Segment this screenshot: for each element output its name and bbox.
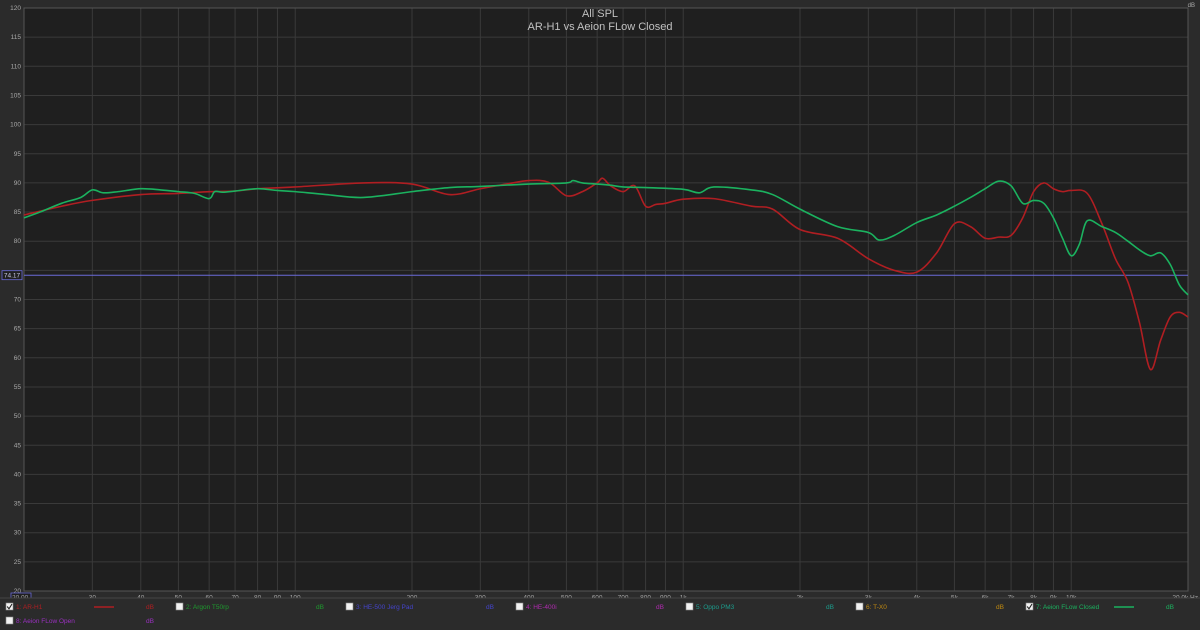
legend-label: 6: T-X0 [866,604,887,611]
chart-subtitle: AR-H1 vs Aeion FLow Closed [528,21,673,33]
y-tick-label: 65 [14,326,22,333]
y-tick-label: 25 [14,559,22,566]
y-tick-label: 100 [10,122,21,129]
y-tick-label: 60 [14,355,22,362]
legend-checkbox [515,602,524,611]
legend-checkbox [855,602,864,611]
y-tick-label: 55 [14,384,22,391]
legend-checkbox [345,602,354,611]
y-tick-label: 70 [14,297,22,304]
legend-label: 7: Aeion FLow Closed [1036,604,1100,611]
chart-title: All SPL [582,8,618,20]
legend-unit: dB [486,604,494,611]
legend-unit: dB [826,604,834,611]
spl-chart: 120 115 110 105 100 95 90 85 80 70 65 60 55 50 45 40 35 3… [0,0,1200,630]
legend-label: 3: HE-500 Jerg Pad [356,604,413,611]
legend-unit: dB [996,604,1004,611]
legend-label: 2: Argon T50rp [186,604,229,611]
y-tick-label: 40 [14,471,22,478]
legend-unit: dB [146,604,154,611]
legend-label: 1: AR-H1 [16,604,43,611]
y-tick-label: 95 [14,151,22,158]
y-unit-label: dB [1188,3,1195,9]
y-tick-label: 105 [10,92,21,99]
grid-lines [23,7,1189,592]
y-tick-label: 120 [10,5,21,12]
legend-label: 5: Oppo PM3 [696,604,735,611]
reference-value-label: 74.17 [4,272,21,279]
legend-checkbox [175,602,184,611]
legend-unit: dB [146,618,154,625]
y-tick-label: 85 [14,209,22,216]
y-tick-label: 50 [14,413,22,420]
y-tick-label: 110 [11,63,22,70]
y-tick-label: 30 [14,530,22,537]
legend-checkbox [685,602,694,611]
legend-checkbox [5,616,14,625]
y-tick-label: 80 [14,238,22,245]
y-tick-label: 45 [14,442,22,449]
legend-label: 8: Aeion FLow Open [16,618,75,625]
y-tick-label: 35 [14,501,22,508]
legend-label: 4: HE-400i [526,604,557,611]
legend-unit: dB [316,604,324,611]
y-tick-label: 115 [11,34,22,41]
legend-unit: dB [1166,604,1174,611]
y-tick-label: 90 [14,180,22,187]
legend-unit: dB [656,604,664,611]
